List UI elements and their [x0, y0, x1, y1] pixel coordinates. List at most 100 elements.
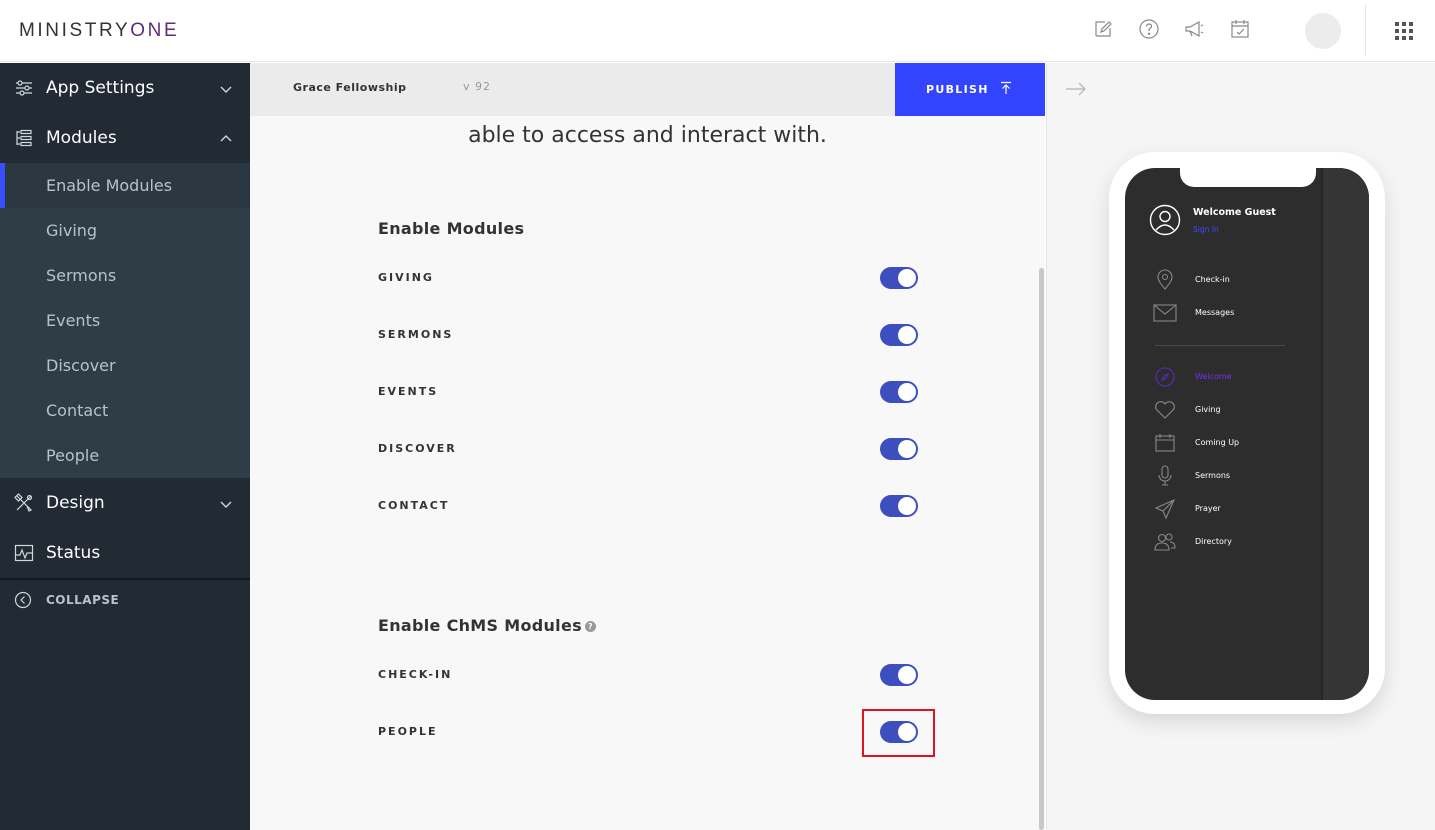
toggle-knob — [898, 440, 916, 458]
menu-item-directory[interactable]: Directory — [1153, 530, 1353, 554]
sign-in-link[interactable]: Sign In — [1193, 225, 1219, 234]
module-label: CONTACT — [378, 499, 450, 512]
submenu-item-enable-modules[interactable]: Enable Modules — [0, 163, 250, 208]
module-label: PEOPLE — [378, 725, 438, 738]
menu-item-messages[interactable]: Messages — [1153, 301, 1353, 325]
menu-item-label: Check-in — [1195, 275, 1230, 284]
help-icon[interactable]: ? — [584, 621, 596, 632]
menu-item-welcome[interactable]: Welcome — [1153, 365, 1353, 389]
toggle-knob — [898, 269, 916, 287]
modules-section-title: Enable Modules — [378, 219, 525, 238]
module-label: SERMONS — [378, 328, 454, 341]
sidebar-item-design[interactable]: Design — [0, 478, 250, 528]
chevron-up-icon — [219, 131, 233, 145]
help-icon[interactable] — [1138, 18, 1160, 40]
edit-icon[interactable] — [1092, 18, 1114, 40]
menu-item-label: Coming Up — [1195, 438, 1240, 447]
submenu-item-sermons[interactable]: Sermons — [0, 253, 250, 298]
phone-preview: Welcome Guest Sign In Check-in Messages — [1109, 152, 1385, 714]
toggle-knob — [898, 326, 916, 344]
megaphone-icon[interactable] — [1183, 18, 1205, 40]
logo-text-accent: ONE — [130, 20, 180, 41]
sidebar-item-label: Modules — [46, 128, 117, 148]
sliders-icon — [14, 78, 34, 98]
chevron-down-icon — [219, 496, 233, 510]
paper-plane-icon — [1153, 497, 1177, 521]
sidebar-item-app-settings[interactable]: App Settings — [0, 63, 250, 113]
apps-grid-icon[interactable] — [1395, 22, 1413, 40]
collapse-button[interactable]: COLLAPSE — [0, 585, 250, 615]
sidebar-item-label: App Settings — [46, 78, 155, 98]
chevron-down-icon — [219, 81, 233, 95]
heart-icon — [1153, 398, 1177, 422]
avatar[interactable] — [1305, 13, 1341, 49]
people-icon — [1153, 530, 1177, 554]
giving-toggle[interactable] — [880, 267, 918, 289]
sermons-toggle[interactable] — [880, 324, 918, 346]
module-label: CHECK-IN — [378, 668, 453, 681]
divider — [0, 578, 250, 580]
toggle-knob — [898, 497, 916, 515]
app-header: Grace Fellowship v 92 PUBLISH — [250, 63, 1045, 116]
publish-button[interactable]: PUBLISH — [895, 63, 1045, 116]
menu-item-giving[interactable]: Giving — [1153, 398, 1353, 422]
check-in-toggle[interactable] — [880, 664, 918, 686]
calendar-check-icon[interactable] — [1229, 18, 1251, 40]
main-panel: Grace Fellowship v 92 PUBLISH able to ac… — [250, 63, 1045, 830]
preview-panel: Welcome Guest Sign In Check-in Messages — [1046, 63, 1435, 830]
submenu-item-label: Sermons — [46, 266, 117, 285]
sidebar-item-modules[interactable]: Modules — [0, 113, 250, 163]
menu-item-prayer[interactable]: Prayer — [1153, 497, 1353, 521]
org-name: Grace Fellowship — [293, 81, 407, 94]
toggle-knob — [898, 383, 916, 401]
logo[interactable]: MINISTRYONE — [19, 20, 179, 42]
discover-toggle[interactable] — [880, 438, 918, 460]
menu-item-sermons[interactable]: Sermons — [1153, 464, 1353, 488]
scrollbar[interactable] — [1039, 268, 1044, 830]
menu-item-check-in[interactable]: Check-in — [1153, 268, 1353, 292]
submenu-item-label: Enable Modules — [46, 176, 173, 195]
phone-notch — [1180, 168, 1316, 187]
user-icon — [1149, 204, 1181, 236]
submenu-item-giving[interactable]: Giving — [0, 208, 250, 253]
menu-item-label: Prayer — [1195, 504, 1221, 513]
chevron-left-circle-icon — [14, 591, 32, 609]
version-label: v 92 — [463, 80, 492, 93]
modules-submenu: Enable Modules Giving Sermons Events Dis… — [0, 163, 250, 478]
logo-text: MINISTRY — [19, 20, 131, 41]
welcome-text: Welcome Guest — [1193, 207, 1276, 218]
divider — [1365, 5, 1366, 55]
module-label: DISCOVER — [378, 442, 457, 455]
sidebar-item-status[interactable]: Status — [0, 528, 250, 578]
submenu-item-people[interactable]: People — [0, 433, 250, 478]
events-toggle[interactable] — [880, 381, 918, 403]
publish-label: PUBLISH — [926, 83, 989, 96]
chms-title-text: Enable ChMS Modules — [378, 616, 582, 635]
envelope-icon — [1153, 301, 1177, 325]
submenu-item-discover[interactable]: Discover — [0, 343, 250, 388]
toggle-knob — [898, 666, 916, 684]
arrow-right-icon[interactable] — [1065, 81, 1087, 97]
submenu-item-label: Discover — [46, 356, 116, 375]
submenu-item-contact[interactable]: Contact — [0, 388, 250, 433]
pulse-icon — [14, 543, 34, 563]
phone-screen: Welcome Guest Sign In Check-in Messages — [1125, 168, 1369, 700]
microphone-icon — [1153, 464, 1177, 488]
module-label: GIVING — [378, 271, 434, 284]
submenu-item-label: Contact — [46, 401, 109, 420]
intro-text: able to access and interact with. — [468, 123, 827, 148]
collapse-label: COLLAPSE — [46, 593, 120, 607]
sidebar: App Settings Modules Enable Modules Givi… — [0, 63, 250, 830]
contact-toggle[interactable] — [880, 495, 918, 517]
menu-item-coming-up[interactable]: Coming Up — [1153, 431, 1353, 455]
menu-item-label: Giving — [1195, 405, 1221, 414]
menu-item-label: Messages — [1195, 308, 1235, 317]
submenu-item-label: Events — [46, 311, 101, 330]
divider — [1155, 345, 1285, 346]
sidebar-item-label: Design — [46, 493, 105, 513]
sidebar-item-label: Status — [46, 543, 101, 563]
upload-icon — [999, 80, 1013, 94]
module-label: EVENTS — [378, 385, 439, 398]
tools-icon — [14, 493, 34, 513]
submenu-item-events[interactable]: Events — [0, 298, 250, 343]
